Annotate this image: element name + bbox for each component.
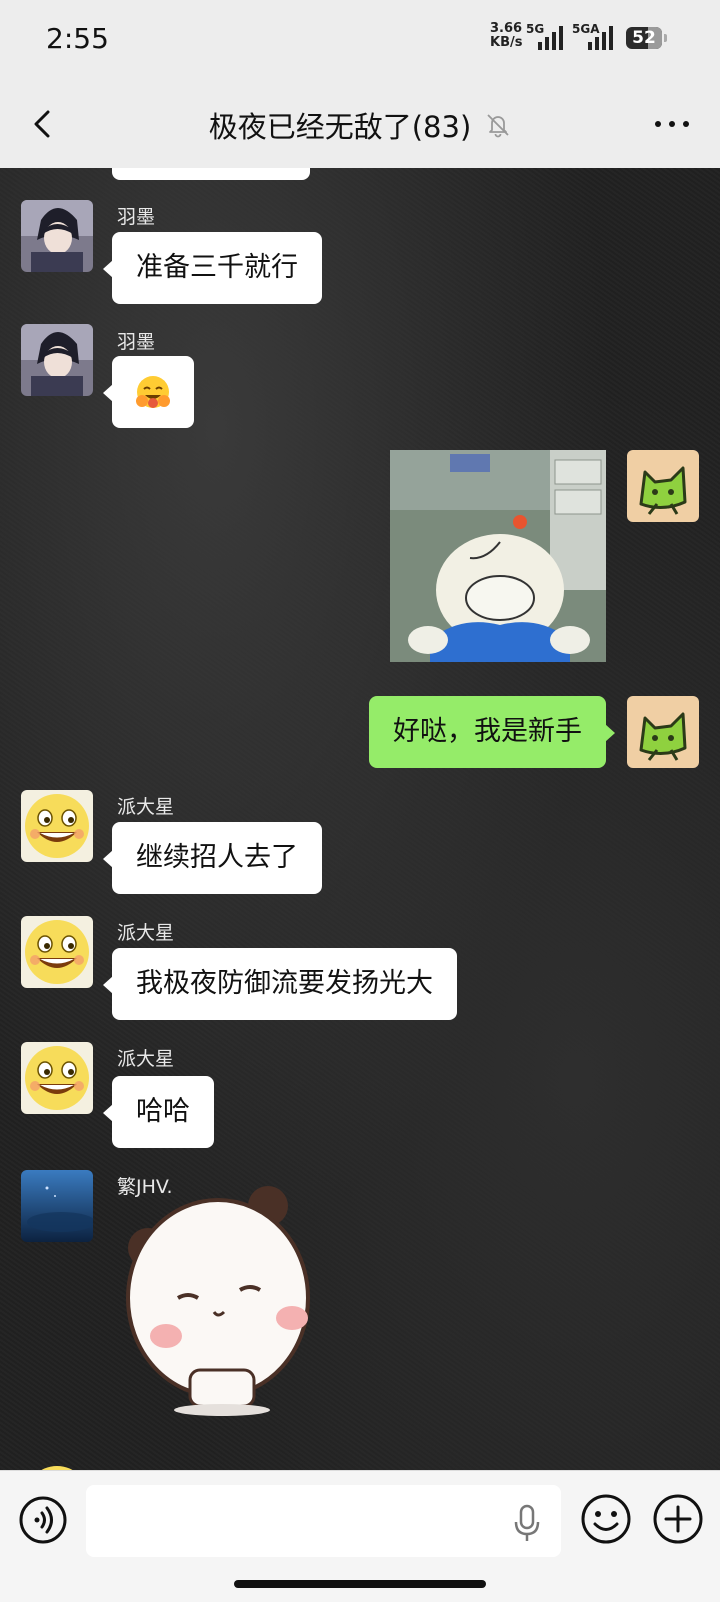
network-speed-value: 3.66	[490, 21, 523, 36]
avatar[interactable]	[21, 1042, 93, 1114]
sender-name: 派大星	[117, 922, 175, 944]
smiley-avatar	[21, 790, 93, 862]
avatar[interactable]	[627, 696, 699, 768]
message-input[interactable]	[86, 1485, 561, 1557]
plus-icon[interactable]	[652, 1493, 704, 1545]
sender-name: 派大星	[117, 1048, 175, 1070]
smiley-avatar	[21, 916, 93, 988]
message-bubble[interactable]	[103, 356, 194, 428]
anime-boy-avatar	[21, 200, 93, 272]
battery-icon: 52	[626, 27, 667, 49]
message-bubble[interactable]	[112, 168, 310, 180]
message-bubble[interactable]: 我极夜防御流要发扬光大	[103, 948, 457, 1020]
home-indicator[interactable]	[234, 1580, 486, 1588]
anime-boy-avatar	[21, 324, 93, 396]
sender-name: 派大星	[117, 796, 175, 818]
voice-icon[interactable]	[18, 1495, 68, 1545]
more-horizontal-icon[interactable]	[652, 114, 692, 134]
avatar[interactable]	[21, 1462, 93, 1470]
panda-bear-sticker[interactable]	[118, 1178, 328, 1418]
bell-muted-icon	[487, 114, 509, 138]
green-cat-avatar	[627, 450, 699, 522]
network-speed: 3.66 KB/s	[490, 22, 522, 50]
message-bubble[interactable]: 准备三千就行	[103, 232, 322, 304]
message-bubble[interactable]: 好哒，我是新手	[369, 696, 615, 768]
signal-icon	[538, 26, 563, 50]
doraemon-sticker[interactable]	[390, 450, 606, 662]
message-bubble[interactable]: 继续招人去了	[103, 822, 322, 894]
chat-area[interactable]: 羽墨 准备三千就行 羽墨 好哒，我是新手 派大星 继续招人去了 派大星 我极夜防…	[0, 168, 720, 1470]
status-time: 2:55	[46, 22, 109, 55]
avatar[interactable]	[627, 450, 699, 522]
avatar[interactable]	[21, 324, 93, 396]
status-bar: 2:55 3.66 KB/s 5G 5GA 52	[0, 0, 720, 80]
emoji-icon[interactable]	[580, 1493, 632, 1545]
ocean-avatar	[21, 1170, 93, 1242]
avatar[interactable]	[21, 916, 93, 988]
signal-icon	[588, 26, 613, 50]
grinning-face-hands-emoji	[136, 376, 170, 408]
avatar[interactable]	[21, 790, 93, 862]
avatar[interactable]	[21, 1170, 93, 1242]
green-cat-avatar	[627, 696, 699, 768]
message-bubble[interactable]: 哈哈	[103, 1076, 214, 1148]
sender-name: 羽墨	[117, 331, 156, 353]
avatar[interactable]	[21, 200, 93, 272]
battery-level: 52	[632, 28, 656, 48]
microphone-icon[interactable]	[512, 1503, 542, 1543]
chat-header: 极夜已经无敌了(83)	[0, 80, 720, 169]
smiley-avatar	[41, 1466, 73, 1470]
chat-title: 极夜已经无敌了(83)	[208, 110, 472, 144]
sender-name: 羽墨	[117, 206, 156, 228]
smiley-avatar	[21, 1042, 93, 1114]
network-speed-unit: KB/s	[490, 35, 523, 50]
